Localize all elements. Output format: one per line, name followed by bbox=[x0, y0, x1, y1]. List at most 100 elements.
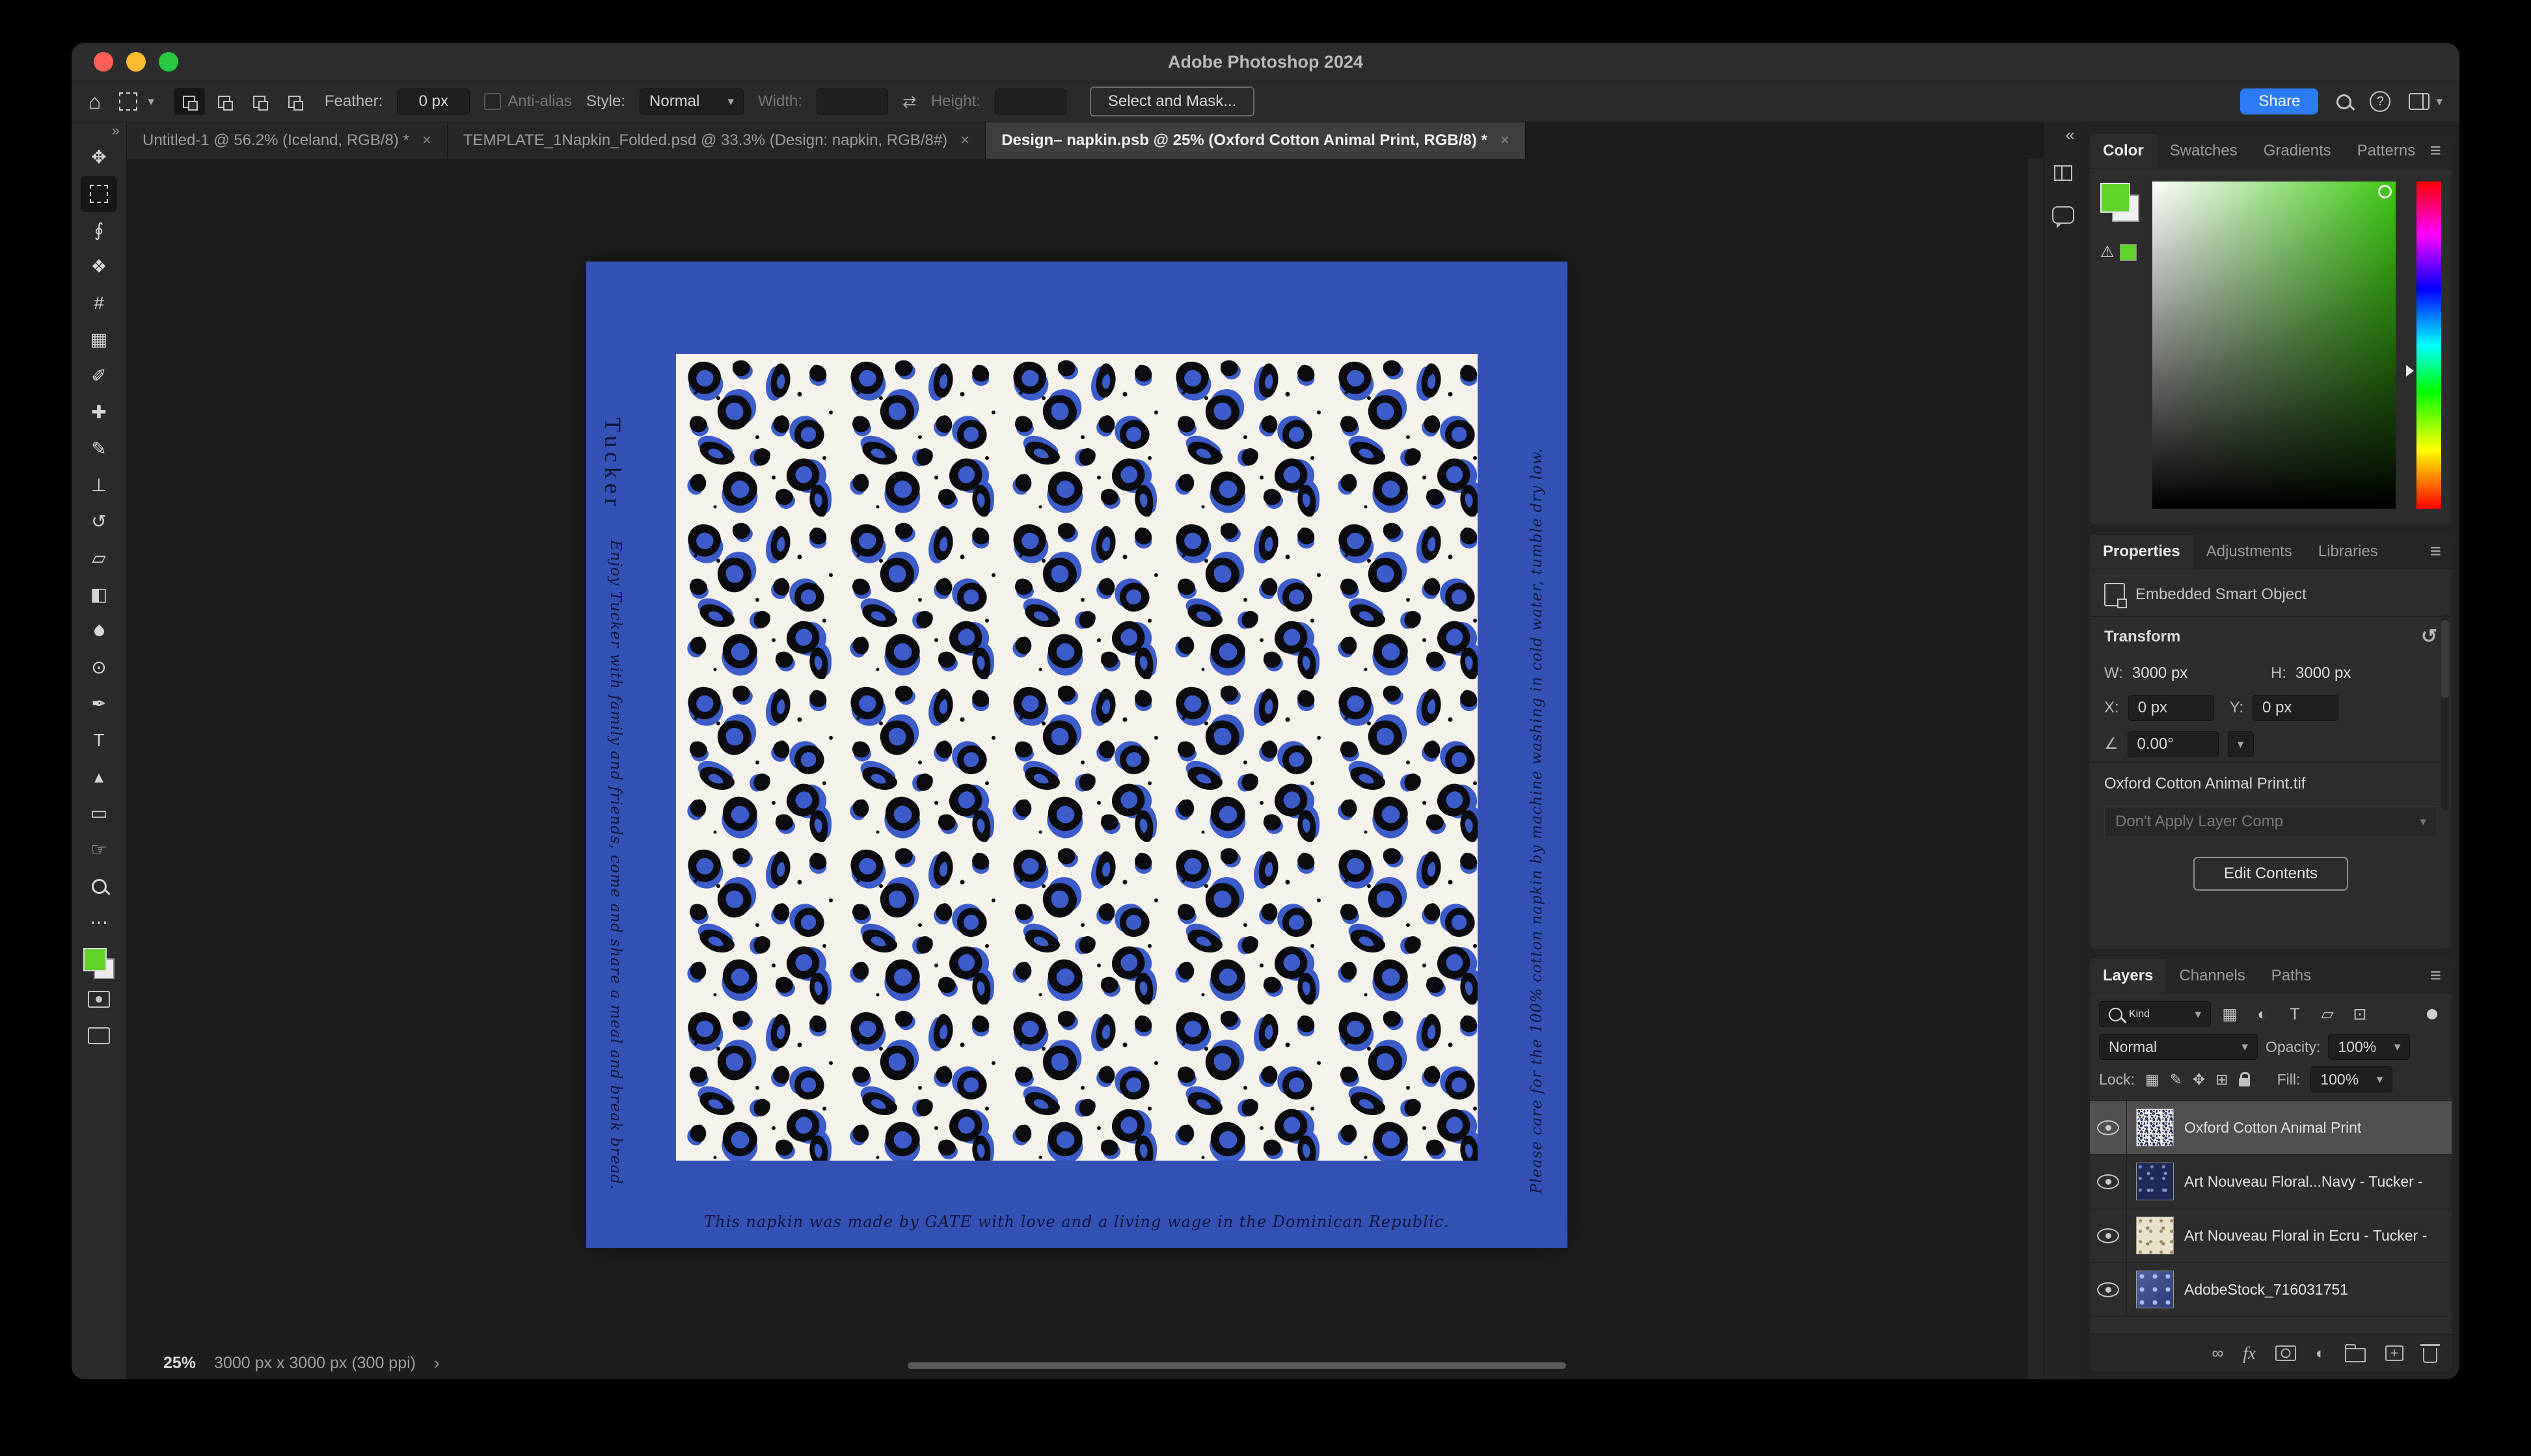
visibility-cell[interactable] bbox=[2090, 1263, 2127, 1316]
feather-input[interactable]: 0 px bbox=[397, 88, 470, 115]
fill-input[interactable]: 100% ▾ bbox=[2310, 1066, 2393, 1092]
history-brush-tool[interactable]: ↺ bbox=[81, 504, 117, 540]
expand-panels-icon[interactable]: « bbox=[2066, 126, 2075, 144]
layer-thumbnail[interactable] bbox=[2136, 1217, 2174, 1254]
anti-alias-checkbox[interactable] bbox=[484, 93, 502, 110]
lock-transparent-pixels-icon[interactable]: ▦ bbox=[2145, 1072, 2159, 1087]
new-selection-button[interactable] bbox=[173, 88, 205, 115]
style-dropdown[interactable]: Normal ▾ bbox=[640, 88, 744, 115]
vertical-scrollbar[interactable] bbox=[2027, 159, 2043, 1379]
clone-stamp-tool[interactable]: ⊥ bbox=[81, 467, 117, 504]
lock-all-icon[interactable] bbox=[2238, 1072, 2250, 1086]
minimize-window-button[interactable] bbox=[126, 52, 146, 72]
width-value[interactable]: 3000 px bbox=[2132, 664, 2187, 682]
link-layers-icon[interactable]: ∞ bbox=[2212, 1345, 2224, 1362]
visibility-cell[interactable] bbox=[2090, 1155, 2127, 1208]
layer-row-selected[interactable]: Oxford Cotton Animal Print bbox=[2090, 1101, 2452, 1155]
saturation-brightness-field[interactable] bbox=[2152, 182, 2396, 509]
layer-effects-icon[interactable]: fx bbox=[2243, 1343, 2256, 1364]
filter-shape-layers-icon[interactable]: ▱ bbox=[2314, 1001, 2341, 1027]
close-tab-icon[interactable]: × bbox=[1500, 133, 1509, 148]
quick-mask-button[interactable] bbox=[81, 981, 117, 1018]
visibility-cell[interactable] bbox=[2090, 1209, 2127, 1262]
tab-libraries[interactable]: Libraries bbox=[2305, 535, 2391, 569]
zoom-level[interactable]: 25% bbox=[163, 1354, 196, 1373]
tab-swatches[interactable]: Swatches bbox=[2157, 134, 2251, 168]
layer-filter-dropdown[interactable]: Kind ▾ bbox=[2099, 1001, 2211, 1027]
layer-row[interactable]: Art Nouveau Floral...Navy - Tucker - bbox=[2090, 1155, 2452, 1209]
properties-scrollbar[interactable] bbox=[2441, 615, 2449, 810]
visibility-cell[interactable] bbox=[2090, 1101, 2127, 1154]
close-tab-icon[interactable]: × bbox=[960, 133, 969, 148]
foreground-color-swatch[interactable] bbox=[83, 948, 107, 971]
edit-toolbar-button[interactable]: ⋯ bbox=[81, 904, 117, 941]
toolbar-expand-button[interactable]: » bbox=[112, 124, 120, 139]
filter-pixel-layers-icon[interactable]: ▦ bbox=[2216, 1001, 2243, 1027]
layer-comp-dropdown[interactable]: Don't Apply Layer Comp ▾ bbox=[2104, 806, 2437, 837]
gamut-color-swatch[interactable] bbox=[2119, 244, 2137, 261]
filter-adjustment-layers-icon[interactable]: ◐ bbox=[2249, 1001, 2276, 1027]
add-selection-button[interactable] bbox=[209, 88, 240, 115]
path-selection-tool[interactable]: ▴ bbox=[81, 759, 117, 795]
rectangle-tool[interactable]: ▭ bbox=[81, 795, 117, 831]
reset-transform-icon[interactable]: ↺ bbox=[2421, 627, 2437, 647]
help-button[interactable]: ? bbox=[2370, 91, 2391, 112]
add-layer-mask-icon[interactable] bbox=[2275, 1345, 2296, 1361]
frame-tool[interactable]: ▦ bbox=[81, 321, 117, 358]
move-tool[interactable]: ✥ bbox=[81, 139, 117, 176]
healing-brush-tool[interactable]: ✚ bbox=[81, 394, 117, 431]
color-picker-marker[interactable] bbox=[2378, 185, 2392, 198]
tool-preset-indicator[interactable]: ▾ bbox=[119, 92, 154, 111]
height-value[interactable]: 3000 px bbox=[2295, 664, 2351, 682]
status-chevron-icon[interactable]: › bbox=[434, 1355, 440, 1371]
panel-menu-icon[interactable]: ≡ bbox=[2429, 959, 2441, 993]
new-layer-icon[interactable] bbox=[2385, 1345, 2403, 1361]
foreground-color-swatch[interactable] bbox=[2100, 183, 2130, 213]
hue-slider-marker[interactable] bbox=[2406, 364, 2414, 377]
eraser-tool[interactable]: ▱ bbox=[81, 540, 117, 576]
tab-color[interactable]: Color bbox=[2090, 134, 2157, 168]
hand-tool[interactable]: ☞ bbox=[81, 831, 117, 868]
opacity-input[interactable]: 100% ▾ bbox=[2328, 1034, 2411, 1060]
width-input[interactable] bbox=[817, 88, 889, 115]
rotation-input[interactable]: 0.00° bbox=[2127, 731, 2219, 757]
layer-thumbnail[interactable] bbox=[2136, 1271, 2174, 1308]
blur-tool[interactable] bbox=[81, 613, 117, 649]
new-adjustment-layer-icon[interactable]: ◐ bbox=[2316, 1345, 2325, 1362]
select-and-mask-button[interactable]: Select and Mask... bbox=[1089, 87, 1255, 116]
document-tab[interactable]: Untitled-1 @ 56.2% (Iceland, RGB/8) * × bbox=[127, 122, 448, 159]
tab-patterns[interactable]: Patterns bbox=[2344, 134, 2428, 168]
close-window-button[interactable] bbox=[94, 52, 113, 72]
fullscreen-window-button[interactable] bbox=[159, 52, 178, 72]
panel-menu-icon[interactable]: ≡ bbox=[2429, 134, 2441, 168]
screen-mode-button[interactable] bbox=[81, 1018, 117, 1054]
gamut-warning-icon[interactable]: ⚠ bbox=[2100, 245, 2115, 260]
delete-layer-icon[interactable] bbox=[2420, 1344, 2440, 1363]
layer-thumbnail[interactable] bbox=[2136, 1109, 2174, 1146]
filter-type-layers-icon[interactable]: T bbox=[2281, 1001, 2308, 1027]
tab-gradients[interactable]: Gradients bbox=[2251, 134, 2344, 168]
home-button[interactable]: ⌂ bbox=[88, 91, 101, 112]
share-button[interactable]: Share bbox=[2240, 88, 2319, 115]
lock-image-pixels-icon[interactable]: ✎ bbox=[2170, 1072, 2182, 1087]
canvas-area[interactable]: Tucker Enjoy Tucker with family and frie… bbox=[127, 159, 2043, 1379]
new-group-icon[interactable] bbox=[2345, 1344, 2366, 1362]
gradient-tool[interactable]: ◧ bbox=[81, 576, 117, 613]
hue-slider[interactable] bbox=[2416, 182, 2441, 509]
document-tab-active[interactable]: Design– napkin.psb @ 25% (Oxford Cotton … bbox=[986, 122, 1526, 159]
filter-smart-object-icon[interactable]: ⊡ bbox=[2346, 1001, 2374, 1027]
lock-artboard-icon[interactable]: ⊞ bbox=[2215, 1072, 2228, 1087]
workspace-button[interactable]: ▾ bbox=[2409, 93, 2443, 110]
layer-row[interactable]: Art Nouveau Floral in Ecru - Tucker - bbox=[2090, 1209, 2452, 1263]
filter-toggle[interactable] bbox=[2427, 1009, 2437, 1019]
lasso-tool[interactable]: ∮ bbox=[81, 212, 117, 249]
layer-row[interactable]: AdobeStock_716031751 bbox=[2090, 1263, 2452, 1317]
edit-contents-button[interactable]: Edit Contents bbox=[2193, 857, 2348, 891]
object-selection-tool[interactable]: ❖ bbox=[81, 249, 117, 285]
swap-dimensions-icon[interactable]: ⇄ bbox=[902, 93, 917, 110]
eyedropper-tool[interactable]: ✐ bbox=[81, 358, 117, 394]
close-tab-icon[interactable]: × bbox=[422, 133, 431, 148]
tab-adjustments[interactable]: Adjustments bbox=[2193, 535, 2305, 569]
lock-position-icon[interactable]: ✥ bbox=[2193, 1072, 2205, 1087]
height-input[interactable] bbox=[994, 88, 1066, 115]
